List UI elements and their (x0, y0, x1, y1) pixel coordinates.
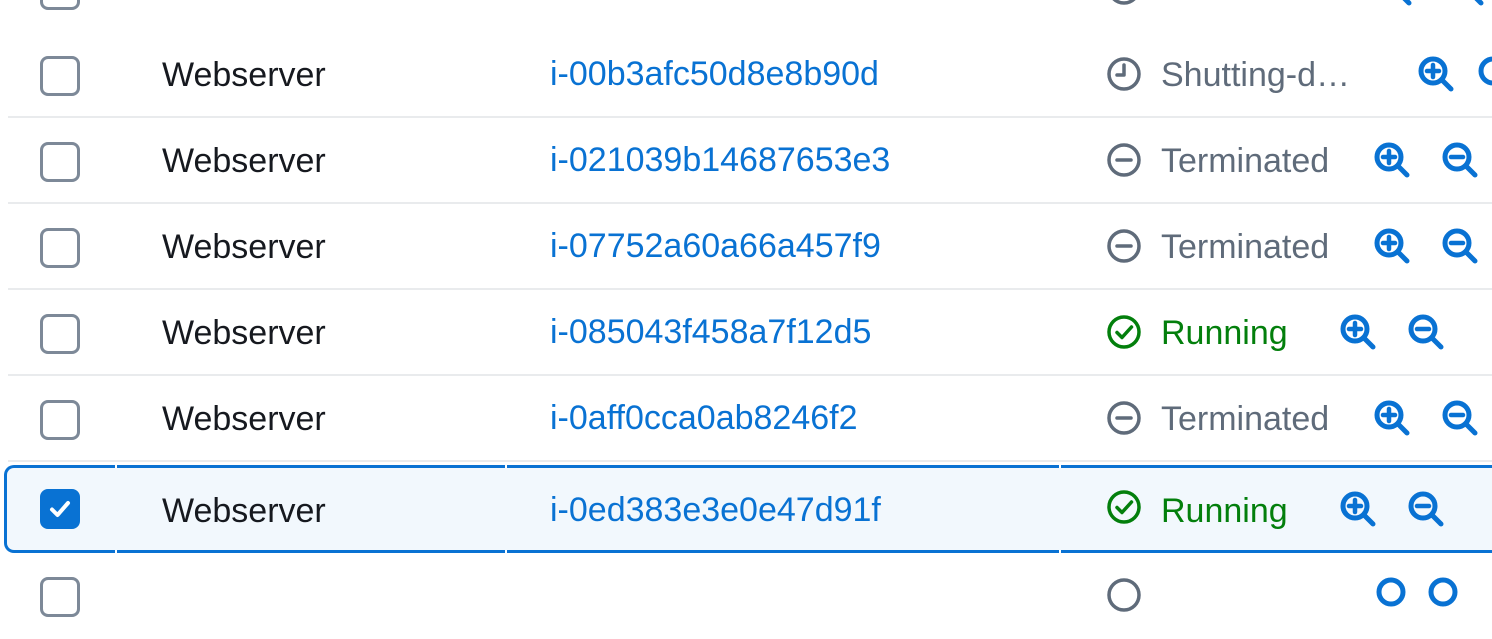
table-row[interactable]: Webserver i-00b3afc50d8e8b90d Shutting-d… (8, 32, 1492, 118)
instance-id-link[interactable]: i-021039b14687653e3 (550, 118, 890, 204)
checkmark-icon (50, 501, 70, 517)
column-divider (1059, 465, 1061, 468)
instance-state: Terminated (1161, 228, 1330, 266)
zoom-out-icon[interactable] (1440, 140, 1480, 180)
row-checkbox[interactable] (40, 577, 80, 617)
instance-id-link[interactable]: i-07752a60a66a457f9 (550, 204, 881, 290)
zoom-in-icon[interactable] (1372, 226, 1412, 266)
table-row-selected[interactable]: Webserver i-0ed383e3e0e47d91f Running (4, 465, 1492, 553)
table-row (8, 553, 1492, 639)
column-divider (115, 465, 117, 468)
table-row[interactable]: Webserver i-085043f458a7f12d5 Running (8, 290, 1492, 376)
instance-name: Webserver (162, 400, 326, 438)
check-circle-icon (1107, 315, 1141, 349)
zoom-in-icon[interactable] (1372, 398, 1412, 438)
zoom-out-icon[interactable] (1406, 489, 1446, 529)
row-checkbox[interactable] (40, 400, 80, 440)
zoom-out-icon[interactable] (1426, 575, 1466, 615)
instance-name: Webserver (162, 142, 326, 180)
zoom-in-icon[interactable] (1338, 489, 1378, 529)
instance-state: Running (1161, 492, 1288, 530)
zoom-in-icon[interactable] (1338, 312, 1378, 352)
row-checkbox-checked[interactable] (40, 489, 80, 529)
zoom-in-icon[interactable] (1416, 54, 1456, 94)
minus-circle-icon (1107, 143, 1141, 177)
instance-state: Shutting-d… (1161, 56, 1350, 94)
table-row[interactable]: Webserver i-0aff0cca0ab8246f2 Terminated (8, 376, 1492, 462)
instance-name: Webserver (162, 228, 326, 266)
clock-icon (1112, 0, 1136, 5)
row-checkbox[interactable] (40, 314, 80, 354)
instance-id-link[interactable]: i-085043f458a7f12d5 (550, 290, 871, 376)
clock-icon (1107, 57, 1141, 91)
instance-id-link[interactable]: i-0ed383e3e0e47d91f (550, 468, 881, 554)
zoom-in-icon[interactable] (1374, 575, 1414, 615)
zoom-out-icon[interactable] (1406, 312, 1446, 352)
table-row[interactable]: Webserver i-07752a60a66a457f9 Terminated (8, 204, 1492, 290)
row-checkbox[interactable] (40, 0, 80, 10)
zoom-in-icon[interactable] (1372, 140, 1412, 180)
row-checkbox[interactable] (40, 56, 80, 96)
instance-state: Running (1161, 314, 1288, 352)
column-divider (505, 465, 507, 468)
zoom-in-icon[interactable] (1374, 0, 1414, 8)
instance-name: Webserver (162, 56, 326, 94)
instance-state: Terminated (1161, 142, 1330, 180)
status-icon (1107, 578, 1141, 612)
check-circle-icon (1107, 490, 1141, 524)
instance-id-link[interactable]: i-0aff0cca0ab8246f2 (550, 376, 858, 462)
zoom-out-icon[interactable] (1440, 226, 1480, 266)
row-checkbox[interactable] (40, 228, 80, 268)
instances-table: Webserver i-00b3afc50d8e8b90d Shutting-d… (0, 0, 1492, 617)
instance-state: Terminated (1161, 400, 1330, 438)
zoom-out-icon[interactable] (1446, 0, 1486, 8)
instance-name: Webserver (162, 492, 326, 530)
zoom-out-icon[interactable] (1476, 54, 1492, 94)
minus-circle-icon (1107, 401, 1141, 435)
instance-name: Webserver (162, 314, 326, 352)
row-checkbox[interactable] (40, 142, 80, 182)
instance-id-link[interactable]: i-00b3afc50d8e8b90d (550, 32, 879, 118)
table-row[interactable]: Webserver i-021039b14687653e3 Terminated (8, 118, 1492, 204)
zoom-out-icon[interactable] (1440, 398, 1480, 438)
minus-circle-icon (1107, 229, 1141, 263)
